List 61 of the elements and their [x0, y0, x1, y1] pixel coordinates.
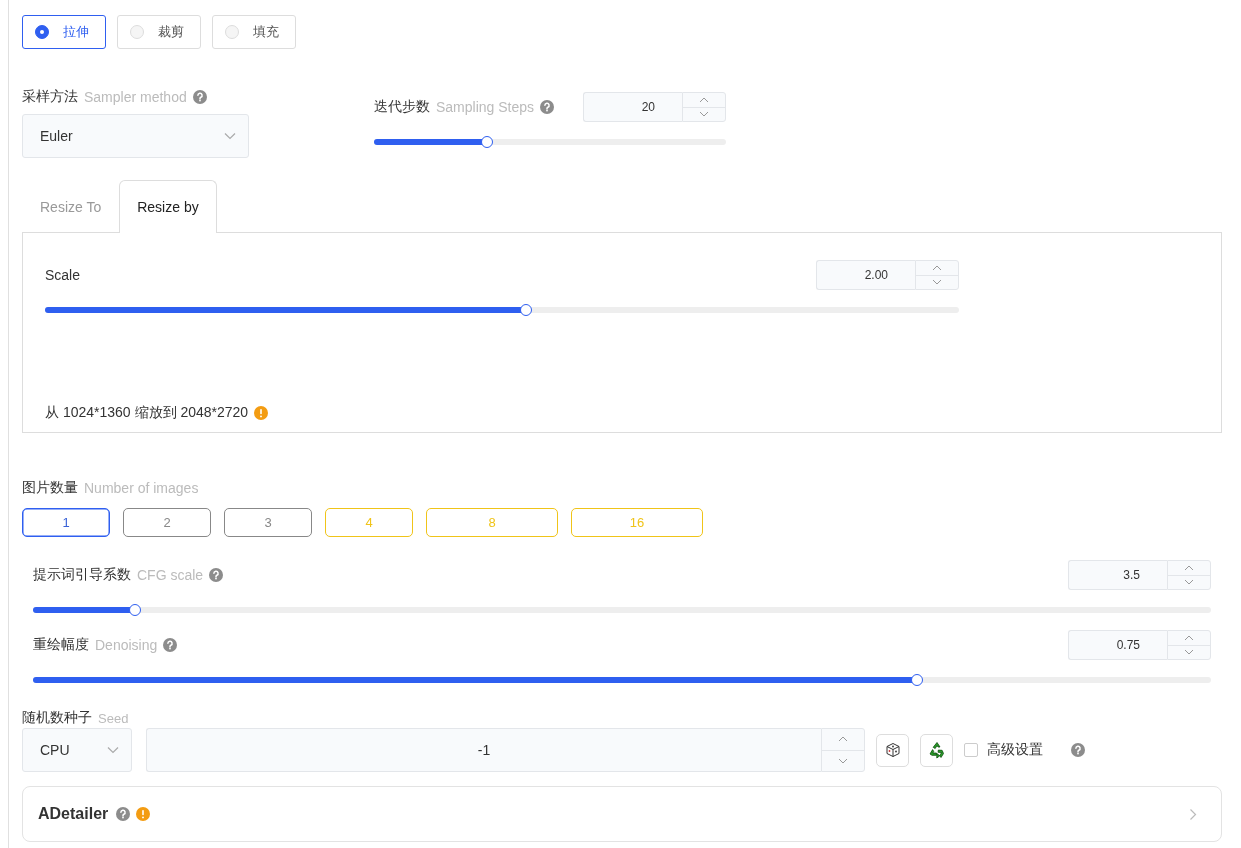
number-input[interactable]: 0.75 — [1068, 630, 1167, 660]
radio-option[interactable]: 填充 — [212, 15, 296, 49]
chevron-down-icon — [699, 111, 709, 118]
count-option[interactable]: 2 — [123, 508, 211, 537]
count-option[interactable]: 1 — [22, 508, 110, 537]
card-title: ADetailer — [38, 805, 109, 823]
dropdown[interactable]: Euler — [22, 114, 249, 158]
help-icon — [192, 90, 207, 104]
tab[interactable]: Resize by — [119, 180, 217, 233]
number-input[interactable]: 3.5 — [1068, 560, 1167, 590]
chevron-right-icon — [1189, 807, 1197, 821]
chevron-up-icon — [1184, 564, 1194, 571]
slider-thumb[interactable] — [480, 136, 493, 148]
chevron-down-icon — [838, 757, 848, 764]
field-label: 重绘幅度 — [33, 636, 89, 654]
slider-thumb[interactable] — [519, 304, 532, 316]
chevron-up-icon — [1184, 634, 1194, 641]
field-label: 采样方法 — [22, 88, 78, 106]
recycle-icon — [927, 741, 946, 759]
warning-icon — [136, 807, 151, 821]
field-label: Scale — [45, 267, 81, 283]
slider-thumb[interactable] — [129, 604, 142, 616]
warning-icon — [254, 406, 269, 420]
field-label: 提示词引导系数 — [33, 566, 131, 584]
field-hint: Sampler method — [84, 89, 187, 105]
field-hint: Number of images — [84, 480, 199, 496]
chevron-up-icon — [838, 736, 848, 743]
collapsible-card[interactable]: ADetailer — [22, 786, 1222, 842]
help-icon — [209, 568, 224, 582]
help-icon — [540, 100, 555, 114]
field-label: 随机数种子 — [22, 709, 92, 727]
chevron-down-icon — [932, 279, 942, 286]
chevron-down-icon — [107, 746, 119, 754]
chevron-down-icon — [224, 132, 236, 140]
dropdown[interactable]: CPU — [22, 728, 132, 772]
help-icon — [116, 807, 131, 821]
number-input[interactable]: -1 — [146, 728, 821, 772]
number-input[interactable]: 2.00 — [816, 260, 915, 290]
chevron-up-icon — [699, 96, 709, 103]
field-hint: Sampling Steps — [436, 99, 535, 115]
number-input[interactable]: 20 — [583, 92, 682, 122]
radio-option[interactable]: 裁剪 — [117, 15, 201, 49]
chevron-down-icon — [1184, 579, 1194, 586]
chevron-down-icon — [1184, 649, 1194, 656]
radio-option[interactable]: 拉伸 — [22, 15, 106, 49]
recycle-button[interactable] — [920, 733, 953, 767]
dice-button[interactable] — [876, 733, 909, 767]
chevron-up-icon — [932, 264, 942, 271]
field-hint: Seed — [98, 710, 129, 726]
help-icon — [163, 638, 178, 652]
help-icon — [1071, 743, 1085, 757]
checkbox-label: 高级设置 — [987, 741, 1043, 759]
field-label: 图片数量 — [22, 479, 78, 497]
dice-icon — [884, 742, 901, 758]
slider-thumb[interactable] — [910, 674, 923, 686]
field-hint: CFG scale — [137, 567, 204, 583]
field-label: 迭代步数 — [374, 98, 430, 116]
checkbox[interactable] — [964, 743, 978, 757]
resize-info: 从 1024*1360 缩放到 2048*2720 — [45, 404, 249, 422]
field-hint: Denoising — [95, 637, 158, 653]
count-option[interactable]: 3 — [224, 508, 312, 537]
